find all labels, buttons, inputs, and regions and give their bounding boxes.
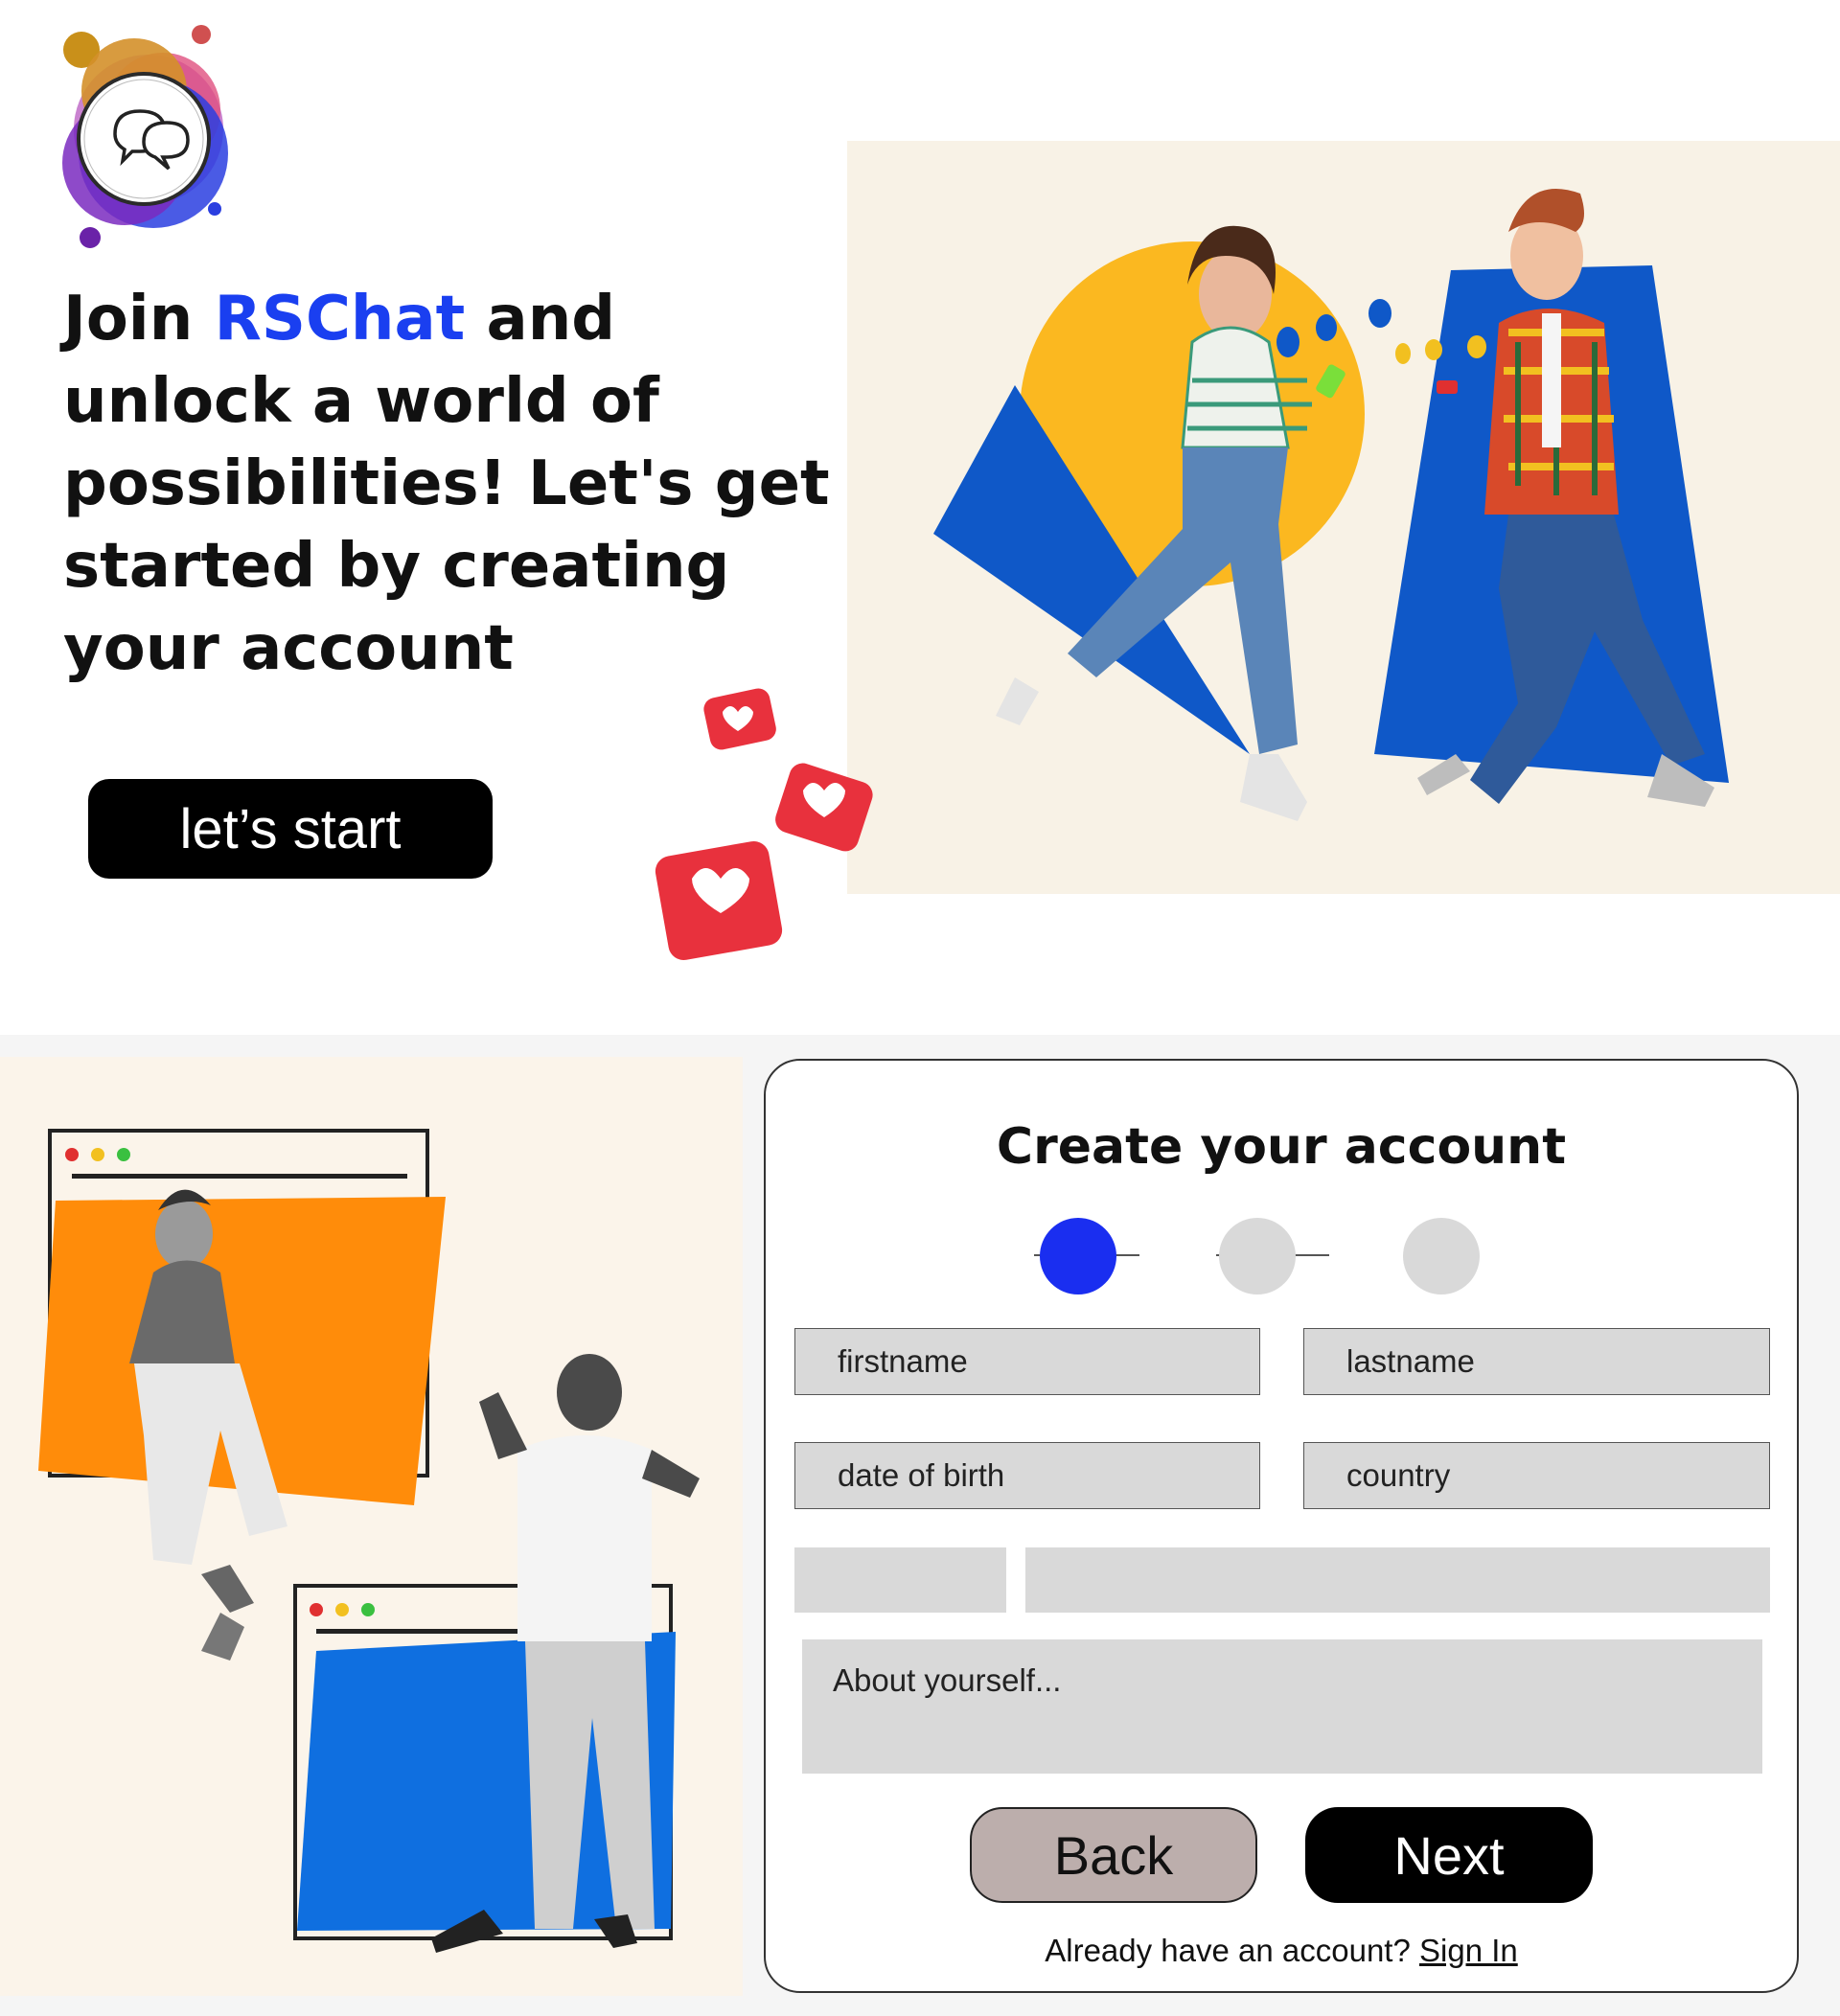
about-yourself-textarea[interactable] [802,1639,1762,1774]
hero-headline: Join RSChat and unlock a world of possib… [63,278,859,690]
next-button[interactable]: Next [1305,1807,1593,1903]
signin-prompt-text: Already have an account? [1045,1933,1419,1968]
headline-brand-name: RSChat [214,284,466,355]
heart-badge-medium [775,763,873,852]
hero-illustration [847,141,1840,894]
heart-notification-icons [655,688,873,961]
heart-badge-large [655,840,783,961]
signin-prompt-row: Already have an account? Sign In [766,1933,1797,1969]
rschat-logo [62,25,228,248]
signup-form-card: Create your account Back Next Already ha… [764,1059,1799,1993]
lastname-field[interactable] [1303,1328,1770,1395]
collage-illustration [0,1057,743,1996]
lets-start-button[interactable]: let’s start [88,779,493,879]
phone-number-field[interactable] [1025,1547,1770,1613]
country-field[interactable] [1303,1442,1770,1509]
step-2-indicator [1219,1218,1296,1294]
step-3-indicator [1403,1218,1480,1294]
form-title: Create your account [996,1118,1567,1176]
sign-in-link[interactable]: Sign In [1419,1933,1518,1968]
headline-text-start: Join [63,284,215,355]
date-of-birth-field[interactable] [794,1442,1260,1509]
step-1-indicator [1040,1218,1116,1294]
back-button[interactable]: Back [970,1807,1257,1903]
phone-code-field[interactable] [794,1547,1006,1613]
heart-badge-small [703,688,776,750]
firstname-field[interactable] [794,1328,1260,1395]
